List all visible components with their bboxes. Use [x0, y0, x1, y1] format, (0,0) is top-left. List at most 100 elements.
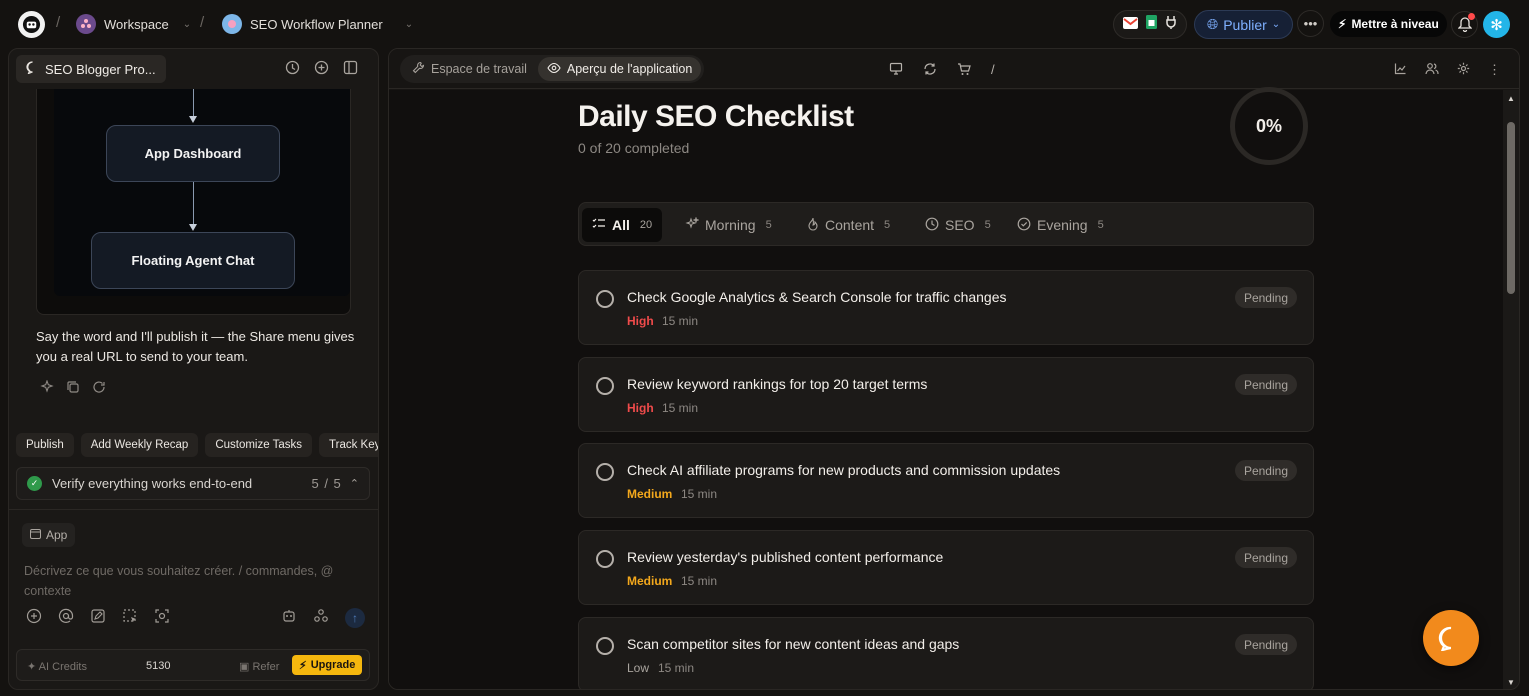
refer-label: Refer — [252, 661, 280, 673]
status-badge: Pending — [1234, 374, 1297, 395]
publish-button[interactable]: 🌐︎ Publier ⌄ — [1194, 10, 1294, 39]
filter-label: All — [612, 217, 630, 233]
kebab-menu-icon[interactable]: ⋮ — [1488, 62, 1501, 80]
desktop-icon[interactable] — [889, 62, 903, 81]
preview-controls: / — [889, 62, 995, 81]
filter-tab-all[interactable]: All 20 — [582, 208, 663, 242]
scroll-up-icon[interactable]: ▲ — [1507, 94, 1515, 103]
task-checkbox[interactable] — [596, 550, 614, 568]
message-actions — [40, 379, 106, 399]
flow-diagram: App Dashboard Floating Agent Chat — [36, 89, 351, 315]
flow-node: Floating Agent Chat — [91, 232, 295, 289]
suggestion-chip[interactable]: Track Keyw — [319, 433, 378, 457]
task-card[interactable]: Review yesterday's published content per… — [578, 530, 1314, 605]
page-title: Daily SEO Checklist — [578, 100, 854, 133]
verification-task[interactable]: ✓ Verify everything works end-to-end 5 /… — [16, 467, 370, 500]
task-duration: 15 min — [681, 574, 718, 588]
copy-icon[interactable] — [66, 380, 80, 399]
task-name: Check Google Analytics & Search Console … — [627, 289, 1007, 305]
refresh-icon[interactable] — [923, 62, 937, 81]
sheets-icon[interactable] — [1146, 15, 1157, 34]
task-duration: 15 min — [658, 661, 695, 675]
url-path[interactable]: / — [991, 62, 995, 81]
history-icon[interactable] — [285, 60, 300, 80]
notifications-bell-icon[interactable] — [1451, 11, 1478, 38]
status-badge: Pending — [1234, 547, 1297, 568]
cart-icon[interactable] — [957, 62, 971, 81]
upgrade-plan-button[interactable]: ⚡︎ Mettre à niveau — [1330, 11, 1447, 37]
tab-app-preview-label: Aperçu de l'application — [566, 62, 693, 76]
flow-connector — [193, 182, 194, 224]
task-priority: High — [627, 401, 654, 415]
edit-icon[interactable] — [90, 608, 106, 629]
flow-diagram-canvas: App Dashboard Floating Agent Chat — [54, 89, 350, 296]
task-card[interactable]: Check Google Analytics & Search Console … — [578, 270, 1314, 345]
task-checkbox[interactable] — [596, 637, 614, 655]
screenshot-icon[interactable] — [154, 608, 170, 629]
ai-credits-label: ✦ AI Credits — [27, 661, 87, 673]
suggestion-chip[interactable]: Add Weekly Recap — [80, 433, 199, 457]
task-card[interactable]: Scan competitor sites for new content id… — [578, 617, 1314, 689]
scroll-thumb[interactable] — [1507, 122, 1515, 294]
tab-workspace[interactable]: Espace de travail — [403, 57, 536, 81]
send-arrow-icon[interactable]: ↑ — [345, 608, 365, 628]
tab-app-preview[interactable]: Aperçu de l'application — [537, 57, 702, 81]
integrations-icon[interactable] — [313, 608, 329, 629]
task-checkbox[interactable] — [596, 463, 614, 481]
verification-label: Verify everything works end-to-end — [52, 476, 253, 491]
mention-icon[interactable] — [58, 608, 74, 629]
preview-scrollbar[interactable]: ▲ ▼ — [1503, 90, 1519, 689]
refer-link[interactable]: ▣ Refer — [239, 660, 279, 673]
clock-icon — [925, 217, 939, 234]
plug-icon[interactable] — [1165, 15, 1177, 34]
prompt-input[interactable]: Décrivez ce que vous souhaitez créer. / … — [24, 561, 354, 601]
app-context-chip[interactable]: App — [22, 523, 76, 547]
floating-chat-button[interactable] — [1423, 610, 1479, 666]
task-priority: Low — [627, 661, 650, 675]
task-checkbox[interactable] — [596, 377, 614, 395]
sidebar-toggle-icon[interactable] — [343, 60, 358, 80]
suggestion-chip[interactable]: Publish — [16, 433, 74, 457]
top-bar: / Workspace ⌄ / SEO Workflow Planner ⌄ 🌐… — [0, 0, 1529, 48]
agent-icon[interactable] — [281, 608, 297, 629]
filter-tab-content[interactable]: Content 5 — [797, 208, 900, 242]
chat-tab-label: SEO Blogger Pro... — [45, 61, 156, 77]
app-preview-content: Daily SEO Checklist 0 of 20 completed 0%… — [389, 87, 1504, 689]
divider — [9, 509, 378, 510]
task-checkbox[interactable] — [596, 290, 614, 308]
settings-gear-icon[interactable] — [1457, 62, 1470, 80]
select-area-icon[interactable] — [122, 608, 138, 629]
filter-count: 20 — [639, 219, 653, 231]
preview-toolbar: Espace de travail Aperçu de l'applicatio… — [389, 49, 1519, 89]
chevron-up-icon[interactable]: ⌃ — [350, 477, 359, 490]
user-avatar[interactable]: ✻ — [1483, 11, 1510, 38]
integrations-group[interactable] — [1113, 10, 1187, 39]
suggestion-chip[interactable]: Customize Tasks — [205, 433, 313, 457]
filter-tab-seo[interactable]: SEO 5 — [915, 208, 1001, 242]
flow-node: App Dashboard — [106, 125, 280, 182]
task-card[interactable]: Check AI affiliate programs for new prod… — [578, 443, 1314, 518]
flame-icon — [807, 217, 819, 234]
gmail-icon[interactable] — [1123, 16, 1138, 34]
publish-label: Publier — [1223, 16, 1267, 33]
analytics-icon[interactable] — [1394, 62, 1407, 80]
more-options-icon[interactable]: ••• — [1297, 10, 1324, 37]
task-card[interactable]: Review keyword rankings for top 20 targe… — [578, 357, 1314, 432]
sparkle-icon[interactable] — [40, 379, 54, 399]
chat-bubble-icon — [26, 61, 39, 77]
users-icon[interactable] — [1425, 62, 1439, 80]
workspace-switcher[interactable]: Workspace ⌄ — [76, 14, 191, 34]
upgrade-button[interactable]: ⚡︎ Upgrade — [292, 655, 363, 675]
filter-tab-morning[interactable]: Morning 5 — [675, 208, 782, 242]
filter-tab-evening[interactable]: Evening 5 — [1007, 208, 1114, 242]
project-switcher[interactable]: SEO Workflow Planner ⌄ — [222, 14, 413, 34]
chat-tab[interactable]: SEO Blogger Pro... — [16, 55, 166, 83]
view-switcher: Espace de travail Aperçu de l'applicatio… — [400, 55, 705, 83]
regenerate-icon[interactable] — [92, 380, 106, 399]
new-chat-icon[interactable] — [314, 60, 329, 80]
app-logo-icon[interactable] — [18, 11, 45, 38]
add-attachment-icon[interactable] — [26, 608, 42, 629]
chat-bubble-icon — [1438, 626, 1452, 651]
scroll-down-icon[interactable]: ▼ — [1507, 678, 1515, 687]
filter-count: 5 — [984, 219, 991, 231]
